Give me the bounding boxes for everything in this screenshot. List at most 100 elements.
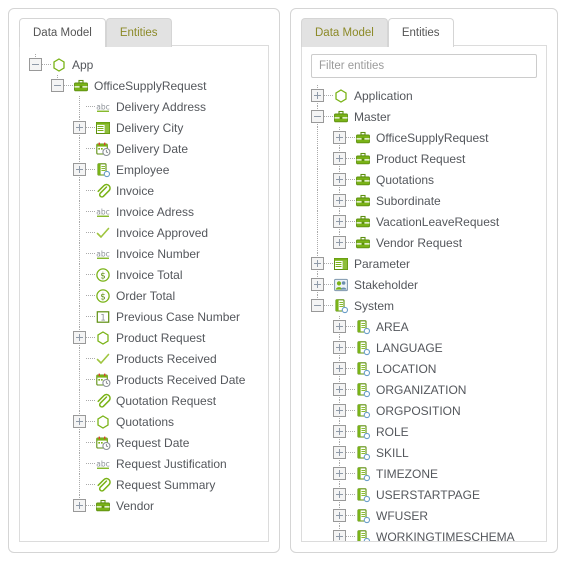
tree-node[interactable]: USERSTARTPAGE [302, 484, 546, 505]
tree-node-label: Product Request [376, 151, 466, 166]
tree-node[interactable]: WORKINGTIMESCHEMA [302, 526, 546, 542]
tree-node[interactable]: Request Summary [20, 474, 268, 495]
tree-connector-line [86, 210, 95, 213]
tree-node-label: VacationLeaveRequest [376, 214, 500, 229]
tree-node[interactable]: Quotation Request [20, 390, 268, 411]
tree-node[interactable]: LOCATION [302, 358, 546, 379]
expand-icon[interactable] [333, 236, 346, 249]
tree-node[interactable]: abc Invoice Adress [20, 201, 268, 222]
tree-node[interactable]: Quotations [20, 411, 268, 432]
abc-text-icon: abc [95, 204, 111, 220]
tree-node-label: Quotations [376, 172, 435, 187]
entities-tree[interactable]: Application Master OfficeSupplyRequest Prod… [302, 82, 546, 542]
collapse-icon[interactable] [29, 58, 42, 71]
tree-node[interactable]: Master [302, 106, 546, 127]
svg-text:abc: abc [96, 207, 109, 216]
tree-node[interactable]: Product Request [302, 148, 546, 169]
tree-node[interactable]: LANGUAGE [302, 337, 546, 358]
tree-node[interactable]: Quotations [302, 169, 546, 190]
tree-node[interactable]: Vendor Request [302, 232, 546, 253]
tree-node[interactable]: Employee [20, 159, 268, 180]
tree-node-label: ORGPOSITION [376, 403, 461, 418]
expand-icon[interactable] [333, 362, 346, 375]
tree-node-label: WORKINGTIMESCHEMA [376, 529, 515, 542]
expand-icon[interactable] [333, 131, 346, 144]
tree-node[interactable]: Application [302, 85, 546, 106]
tree-node[interactable]: Invoice [20, 180, 268, 201]
record-link-icon [355, 529, 371, 541]
expand-icon[interactable] [333, 509, 346, 522]
expand-icon[interactable] [73, 415, 86, 428]
hexagon-icon [333, 88, 349, 104]
tree-node[interactable]: $ Order Total [20, 285, 268, 306]
expand-icon[interactable] [333, 467, 346, 480]
tree-node[interactable]: OfficeSupplyRequest [302, 127, 546, 148]
expand-icon[interactable] [333, 530, 346, 541]
expand-icon[interactable] [333, 341, 346, 354]
tree-node[interactable]: Products Received [20, 348, 268, 369]
expand-icon[interactable] [333, 320, 346, 333]
expand-icon[interactable] [333, 404, 346, 417]
record-link-icon [355, 340, 371, 356]
expand-icon[interactable] [333, 194, 346, 207]
tree-node[interactable]: Invoice Approved [20, 222, 268, 243]
calendar-clock-icon [95, 141, 111, 157]
tree-node[interactable]: AREA [302, 316, 546, 337]
collapse-icon[interactable] [311, 110, 324, 123]
tree-node[interactable]: abc Invoice Number [20, 243, 268, 264]
expand-icon[interactable] [73, 499, 86, 512]
tree-node[interactable]: Subordinate [302, 190, 546, 211]
collapse-icon[interactable] [311, 299, 324, 312]
expand-icon[interactable] [333, 425, 346, 438]
tab-data-model-left[interactable]: Data Model [19, 18, 106, 48]
expand-icon[interactable] [73, 331, 86, 344]
tree-node[interactable]: SKILL [302, 442, 546, 463]
tree-node[interactable]: Delivery Date [20, 138, 268, 159]
expand-icon[interactable] [333, 152, 346, 165]
tab-entities-right[interactable]: Entities [387, 18, 454, 48]
expand-icon[interactable] [333, 383, 346, 396]
expand-icon[interactable] [311, 278, 324, 291]
tree-node[interactable]: ROLE [302, 421, 546, 442]
tree-node[interactable]: Product Request [20, 327, 268, 348]
expand-icon[interactable] [73, 163, 86, 176]
expand-icon[interactable] [333, 488, 346, 501]
tree-node[interactable]: Stakeholder [302, 274, 546, 295]
tree-node[interactable]: Parameter [302, 253, 546, 274]
expand-icon[interactable] [333, 173, 346, 186]
tree-node[interactable]: Vendor [20, 495, 268, 516]
tab-data-model-right[interactable]: Data Model [301, 18, 388, 47]
tree-node[interactable]: Products Received Date [20, 369, 268, 390]
tree-node[interactable]: abc Delivery Address [20, 96, 268, 117]
tree-node[interactable]: 1 Previous Case Number [20, 306, 268, 327]
tree-node-label: Vendor Request [376, 235, 463, 250]
record-link-icon [355, 466, 371, 482]
tree-connector-line [346, 535, 355, 538]
tree-connector-line [346, 178, 355, 181]
tree-node[interactable]: TIMEZONE [302, 463, 546, 484]
tree-node-label: Application [354, 88, 413, 103]
tree-node[interactable]: System [302, 295, 546, 316]
record-link-icon [355, 361, 371, 377]
tree-node[interactable]: VacationLeaveRequest [302, 211, 546, 232]
tree-node[interactable]: abc Request Justification [20, 453, 268, 474]
tree-node[interactable]: Delivery City [20, 117, 268, 138]
collapse-icon[interactable] [51, 79, 64, 92]
expand-icon[interactable] [333, 446, 346, 459]
tree-node[interactable]: ORGANIZATION [302, 379, 546, 400]
filter-entities-input[interactable] [311, 54, 537, 78]
tree-node[interactable]: ORGPOSITION [302, 400, 546, 421]
tab-entities-left[interactable]: Entities [105, 18, 172, 47]
tree-node[interactable]: WFUSER [302, 505, 546, 526]
briefcase-icon [355, 130, 371, 146]
tree-node[interactable]: Request Date [20, 432, 268, 453]
expand-icon[interactable] [311, 89, 324, 102]
data-model-tree[interactable]: App OfficeSupplyRequest abc Delivery Addres… [20, 46, 268, 516]
tree-node[interactable]: OfficeSupplyRequest [20, 75, 268, 96]
expand-icon[interactable] [311, 257, 324, 270]
tree-node[interactable]: $ Invoice Total [20, 264, 268, 285]
tree-node[interactable]: App [20, 54, 268, 75]
expand-icon[interactable] [73, 121, 86, 134]
tree-node-label: Previous Case Number [116, 309, 241, 324]
expand-icon[interactable] [333, 215, 346, 228]
